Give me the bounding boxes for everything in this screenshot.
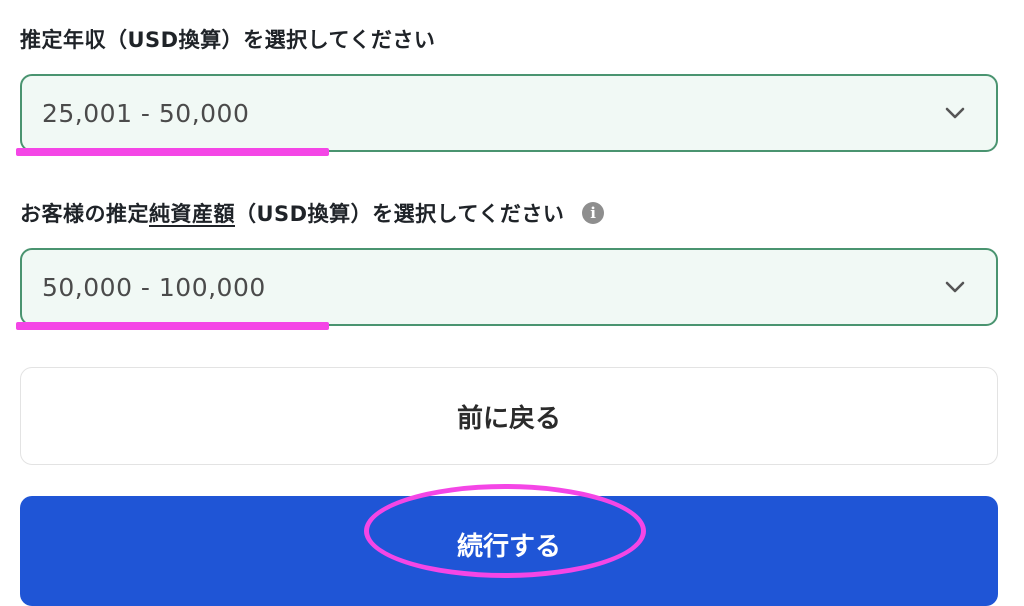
info-icon[interactable]: i [582,202,605,224]
annual-income-label-text: 推定年収（USD換算）を選択してください [20,28,436,52]
annual-income-label: 推定年収（USD換算）を選択してください [20,24,435,54]
net-worth-label-prefix: お客様の推定 [20,202,149,226]
continue-button-label: 続行する [456,532,561,562]
chevron-down-icon [944,102,966,124]
back-button-label: 前に戻る [456,403,561,434]
annual-income-highlight-mark [16,148,329,156]
chevron-down-icon [944,276,966,298]
net-worth-label: お客様の推定 純資産額 （USD換算）を選択してください i [20,198,605,228]
net-worth-selected-value: 50,000 - 100,000 [42,272,266,302]
net-worth-highlight-mark [16,322,329,330]
back-button[interactable]: 前に戻る [20,367,998,465]
net-worth-select[interactable]: 50,000 - 100,000 [20,248,998,326]
net-worth-label-term[interactable]: 純資産額 [149,198,235,228]
annual-income-selected-value: 25,001 - 50,000 [42,98,250,128]
continue-button[interactable]: 続行する [20,496,998,606]
net-worth-label-suffix: （USD換算）を選択してください [235,202,565,226]
annual-income-select[interactable]: 25,001 - 50,000 [20,74,998,152]
